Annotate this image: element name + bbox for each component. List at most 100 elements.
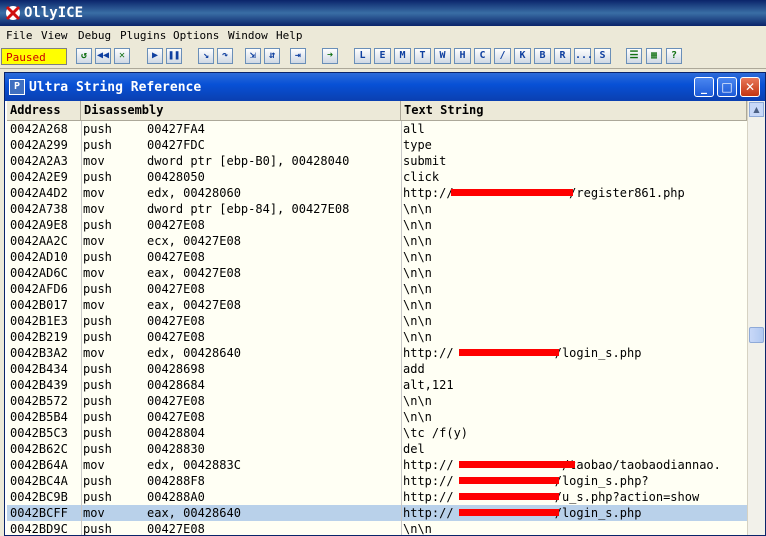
opcode-cell: push — [83, 250, 112, 264]
toolbar-cpu-button[interactable]: C — [474, 48, 491, 64]
menu-options[interactable]: Options — [173, 29, 219, 42]
operand-cell: eax, 00428640 — [147, 506, 241, 520]
trace-into-icon[interactable]: ⇲ — [245, 48, 261, 64]
menu-file[interactable]: File — [6, 29, 33, 42]
table-row[interactable]: 0042A738 mov dword ptr [ebp-84], 00427E08 \… — [7, 201, 747, 217]
table-row[interactable]: 0042B64A mov edx, 0042883C http:// /taobao/… — [7, 457, 747, 473]
text-string-cell: http:// /taobao/taobaodiannao. — [403, 458, 721, 472]
toolbar-callstack-button[interactable]: K — [514, 48, 531, 64]
table-row[interactable]: 0042B3A2 mov edx, 00428640 http:// /login_s… — [7, 345, 747, 361]
toolbar-runtrace-button[interactable]: ... — [574, 48, 593, 64]
table-row[interactable]: 0042B219 push 00427E08 \n\n — [7, 329, 747, 345]
trace-over-icon[interactable]: ⇵ — [264, 48, 280, 64]
table-row[interactable]: 0042B1E3 push 00427E08 \n\n — [7, 313, 747, 329]
toolbar-source-button[interactable]: S — [594, 48, 611, 64]
table-row[interactable]: 0042B62C push 00428830 del — [7, 441, 747, 457]
address-cell: 0042BC9B — [10, 490, 68, 504]
grid-icon[interactable]: ▦ — [646, 48, 662, 64]
menu-view[interactable]: View — [41, 29, 68, 42]
toolbar-executables-button[interactable]: E — [374, 48, 391, 64]
operand-cell: 00427FA4 — [147, 122, 205, 136]
pause-icon[interactable]: ❚❚ — [166, 48, 182, 64]
table-row[interactable]: 0042BD9C push 00427E08 \n\n — [7, 521, 747, 535]
column-header-text-string[interactable]: Text String — [401, 101, 747, 120]
close-file-icon[interactable]: ✕ — [114, 48, 130, 64]
table-row[interactable]: 0042B017 mov eax, 00427E08 \n\n — [7, 297, 747, 313]
opcode-cell: push — [83, 138, 112, 152]
execute-till-return-icon[interactable]: ⇥ — [290, 48, 306, 64]
toolbar-references-button[interactable]: R — [554, 48, 571, 64]
text-string-cell: add — [403, 362, 425, 376]
toolbar-breakpoints-button[interactable]: B — [534, 48, 551, 64]
opcode-cell: mov — [83, 298, 105, 312]
table-row[interactable]: 0042A2A3 mov dword ptr [ebp-B0], 00428040 s… — [7, 153, 747, 169]
list-icon[interactable]: ☰ — [626, 48, 642, 64]
table-row[interactable]: 0042AA2C mov ecx, 00427E08 \n\n — [7, 233, 747, 249]
address-cell: 0042A9E8 — [10, 218, 68, 232]
text-string-cell: \n\n — [403, 266, 432, 280]
table-row[interactable]: 0042B5B4 push 00427E08 \n\n — [7, 409, 747, 425]
toolbar-memory-button[interactable]: M — [394, 48, 411, 64]
run-icon[interactable]: ▶ — [147, 48, 163, 64]
goto-icon[interactable]: ➜ — [322, 48, 338, 64]
address-cell: 0042B5C3 — [10, 426, 68, 440]
address-cell: 0042AFD6 — [10, 282, 68, 296]
operand-cell: dword ptr [ebp-B0], 00428040 — [147, 154, 350, 168]
app-title: OllyICE — [24, 5, 84, 21]
operand-cell: 00428684 — [147, 378, 205, 392]
opcode-cell: push — [83, 330, 112, 344]
opcode-cell: push — [83, 474, 112, 488]
menu-plugins[interactable]: Plugins — [120, 29, 166, 42]
maximize-button[interactable]: □ — [717, 77, 737, 97]
close-button[interactable]: ✕ — [740, 77, 760, 97]
rewind-icon[interactable]: ◀◀ — [95, 48, 111, 64]
table-row[interactable]: 0042BCFF mov eax, 00428640 http:// /login_s… — [7, 505, 747, 521]
table-row[interactable]: 0042A299 push 00427FDC type — [7, 137, 747, 153]
address-cell: 0042A2A3 — [10, 154, 68, 168]
opcode-cell: mov — [83, 234, 105, 248]
table-row[interactable]: 0042AD10 push 00427E08 \n\n — [7, 249, 747, 265]
scroll-up-arrow-icon[interactable]: ▲ — [749, 102, 764, 117]
table-row[interactable]: 0042BC9B push 004288A0 http:// /u_s.php?act… — [7, 489, 747, 505]
open-icon[interactable]: ↺ — [76, 48, 92, 64]
opcode-cell: push — [83, 122, 112, 136]
menu-debug[interactable]: Debug — [78, 29, 111, 42]
scrollbar-thumb[interactable] — [749, 327, 764, 343]
toolbar-threads-button[interactable]: T — [414, 48, 431, 64]
toolbar-log-button[interactable]: L — [354, 48, 371, 64]
table-row[interactable]: 0042A9E8 push 00427E08 \n\n — [7, 217, 747, 233]
help-icon[interactable]: ? — [666, 48, 682, 64]
table-row[interactable]: 0042B572 push 00427E08 \n\n — [7, 393, 747, 409]
step-over-icon[interactable]: ↷ — [217, 48, 233, 64]
text-string-cell: \n\n — [403, 314, 432, 328]
column-header-address[interactable]: Address — [7, 101, 81, 120]
toolbar-windows-button[interactable]: W — [434, 48, 451, 64]
table-row[interactable]: 0042B439 push 00428684 alt,121 — [7, 377, 747, 393]
operand-cell: 00427E08 — [147, 522, 205, 535]
operand-cell: eax, 00427E08 — [147, 266, 241, 280]
table-row[interactable]: 0042B434 push 00428698 add — [7, 361, 747, 377]
table-row[interactable]: 0042AFD6 push 00427E08 \n\n — [7, 281, 747, 297]
step-into-icon[interactable]: ↘ — [198, 48, 214, 64]
operand-cell: ecx, 00427E08 — [147, 234, 241, 248]
table-row[interactable]: 0042A268 push 00427FA4 all — [7, 121, 747, 137]
menu-help[interactable]: Help — [276, 29, 303, 42]
window-titlebar: P Ultra String Reference _ □ ✕ — [5, 73, 765, 101]
toolbar-handles-button[interactable]: H — [454, 48, 471, 64]
column-header-disassembly[interactable]: Disassembly — [81, 101, 401, 120]
text-string-cell: alt,121 — [403, 378, 454, 392]
table-row[interactable]: 0042AD6C mov eax, 00427E08 \n\n — [7, 265, 747, 281]
menu-window[interactable]: Window — [228, 29, 268, 42]
address-cell: 0042B62C — [10, 442, 68, 456]
text-string-cell: all — [403, 122, 425, 136]
minimize-button[interactable]: _ — [694, 77, 714, 97]
table-row[interactable]: 0042A4D2 mov edx, 00428060 http:// /registe… — [7, 185, 747, 201]
text-string-cell: \n\n — [403, 250, 432, 264]
vertical-scrollbar[interactable]: ▲ — [747, 101, 765, 535]
toolbar-patches-button[interactable]: / — [494, 48, 511, 64]
table-header: Address Disassembly Text String — [7, 101, 747, 121]
table-row[interactable]: 0042A2E9 push 00428050 click — [7, 169, 747, 185]
table-row[interactable]: 0042B5C3 push 00428804 \tc /f(y) — [7, 425, 747, 441]
text-string-cell: \n\n — [403, 330, 432, 344]
table-row[interactable]: 0042BC4A push 004288F8 http:// /login_s.php… — [7, 473, 747, 489]
